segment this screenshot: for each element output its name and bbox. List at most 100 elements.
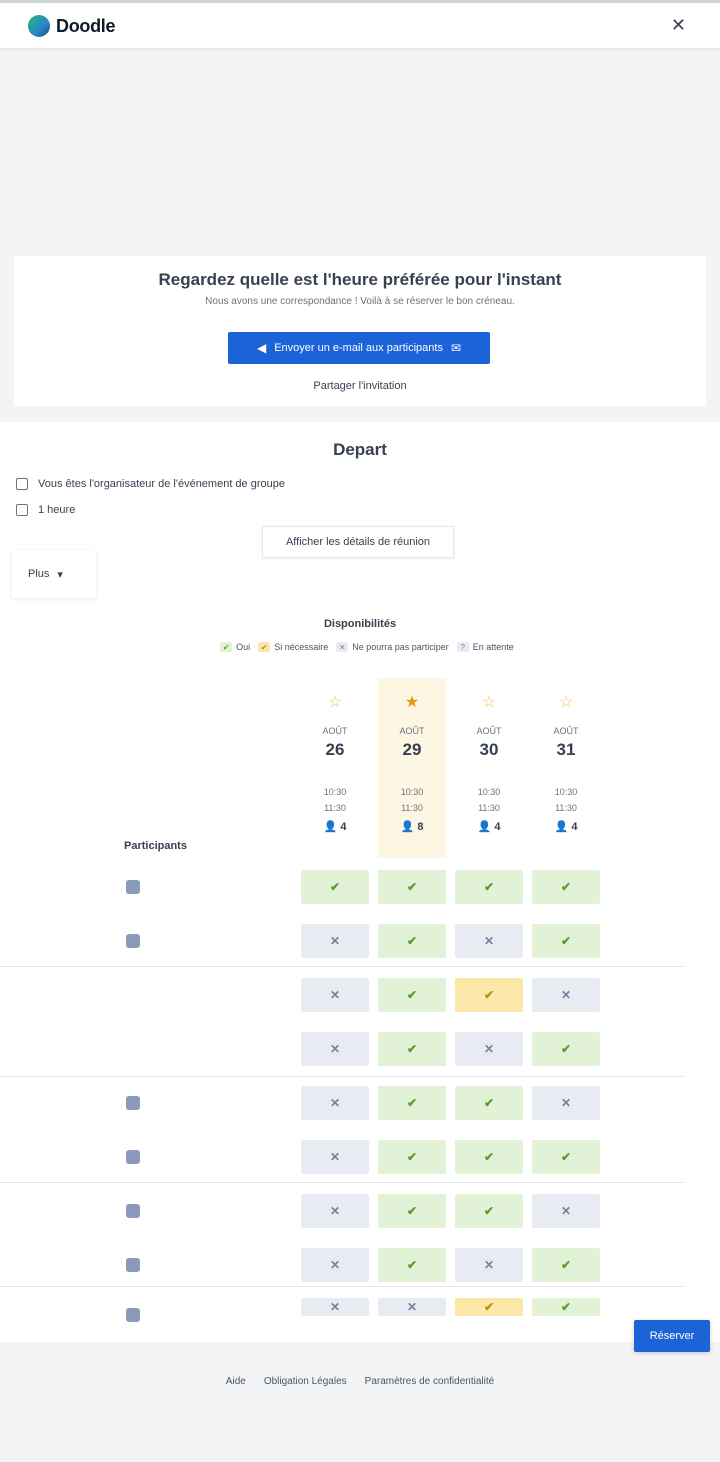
availability-cell-no[interactable]: ✕	[532, 978, 600, 1012]
participants-label: Participants	[124, 840, 187, 852]
availability-cell-no[interactable]: ✕	[378, 1298, 446, 1316]
availability-cell-yes[interactable]: ✔	[378, 1194, 446, 1228]
availability-cell-no[interactable]: ✕	[301, 1298, 369, 1316]
availability-cell-yes[interactable]: ✔	[455, 870, 523, 904]
mail-icon: ✉	[450, 341, 462, 355]
availability-cell-yes[interactable]: ✔	[532, 1298, 600, 1316]
date-month: AOÛT	[476, 726, 502, 736]
doodle-logo[interactable]: Doodle	[28, 15, 116, 37]
availability-cell-maybe[interactable]: ✔	[455, 978, 523, 1012]
availability-cell-yes[interactable]: ✔	[378, 1248, 446, 1282]
duration-row: 1 heure	[16, 504, 75, 516]
availability-cell-yes[interactable]: ✔	[532, 870, 600, 904]
time-end: 11:30	[401, 803, 423, 813]
invite-subtitle: Nous avons une correspondance ! Voilà à …	[205, 296, 515, 307]
organizer-text: Vous êtes l'organisateur de l'événement …	[38, 478, 285, 490]
availability-cell-no[interactable]: ✕	[455, 924, 523, 958]
availability-cell-yes[interactable]: ✔	[455, 1140, 523, 1174]
organizer-row: Vous êtes l'organisateur de l'événement …	[16, 478, 285, 490]
close-icon[interactable]: ✕	[671, 15, 686, 36]
availability-cell-yes[interactable]: ✔	[301, 870, 369, 904]
date-day: 26	[325, 740, 345, 759]
legend-label: Oui	[236, 642, 251, 652]
participant-avatar-icon	[126, 1150, 140, 1164]
availability-cell-yes[interactable]: ✔	[532, 1248, 600, 1282]
footer-link-legal[interactable]: Obligation Légales	[264, 1376, 347, 1387]
date-column-header[interactable]: ☆ AOÛT 30 10:30 11:30 👤 4	[455, 678, 523, 854]
availability-cell-yes[interactable]: ✔	[532, 1140, 600, 1174]
availability-cell-maybe[interactable]: ✔	[455, 1298, 523, 1316]
availability-cell-yes[interactable]: ✔	[378, 978, 446, 1012]
time-end: 11:30	[555, 803, 577, 813]
event-title: Depart	[333, 440, 387, 459]
date-month: AOÛT	[553, 726, 579, 736]
star-icon: ☆	[327, 694, 343, 711]
email-participants-button[interactable]: ◀ Envoyer un e-mail aux participants ✉	[228, 332, 490, 364]
availability-cell-no[interactable]: ✕	[301, 1194, 369, 1228]
share-invitation-link[interactable]: Partager l'invitation	[14, 380, 706, 392]
date-column-header[interactable]: ☆ AOÛT 26 10:30 11:30 👤 4	[301, 678, 369, 854]
participant-count: 👤 8	[400, 821, 424, 833]
view-dropdown-label: Plus	[28, 568, 50, 580]
participant-avatar-icon	[126, 1096, 140, 1110]
top-bar: Doodle ✕	[0, 0, 720, 48]
participant-avatar-icon	[126, 1308, 140, 1322]
time-end: 11:30	[478, 803, 500, 813]
availability-cell-yes[interactable]: ✔	[378, 1032, 446, 1066]
date-column-header[interactable]: ★ AOÛT 29 10:30 11:30 👤 8	[378, 678, 446, 858]
footer-link-privacy[interactable]: Paramètres de confidentialité	[365, 1376, 495, 1387]
chevron-down-icon: ▾	[57, 568, 63, 581]
row-divider	[0, 1076, 684, 1077]
participant-avatar-icon	[126, 880, 140, 894]
date-day: 29	[402, 740, 422, 759]
time-start: 10:30	[477, 787, 501, 797]
availability-cell-yes[interactable]: ✔	[455, 1194, 523, 1228]
meeting-details-button[interactable]: Afficher les détails de réunion	[262, 526, 454, 558]
availability-cell-yes[interactable]: ✔	[378, 924, 446, 958]
legend-label: En attente	[472, 642, 514, 652]
date-day: 31	[556, 740, 576, 759]
time-start: 10:30	[400, 787, 424, 797]
availability-cell-no[interactable]: ✕	[301, 1248, 369, 1282]
view-dropdown[interactable]: Plus ▾	[12, 550, 96, 598]
availability-cell-no[interactable]: ✕	[301, 978, 369, 1012]
legend-title: Disponibilités	[323, 618, 397, 630]
duration-text: 1 heure	[38, 504, 76, 516]
availability-cell-yes[interactable]: ✔	[455, 1086, 523, 1120]
date-column-header[interactable]: ☆ AOÛT 31 10:30 11:30 👤 4	[532, 678, 600, 854]
availability-cell-no[interactable]: ✕	[301, 1140, 369, 1174]
availability-cell-no[interactable]: ✕	[301, 924, 369, 958]
availability-cell-no[interactable]: ✕	[301, 1086, 369, 1120]
logo-text: Doodle	[56, 15, 116, 36]
availability-cell-no[interactable]: ✕	[532, 1194, 600, 1228]
legend-swatch-pending-icon: ?	[456, 642, 469, 652]
participant-avatar-icon	[126, 934, 140, 948]
availability-cell-no[interactable]: ✕	[532, 1086, 600, 1120]
availability-cell-yes[interactable]: ✔	[532, 924, 600, 958]
legend-swatch-no-icon: ✕	[336, 642, 349, 652]
availability-legend: ✔ Oui ✔ Si nécessaire ✕ Ne pourra pas partici…	[170, 636, 564, 658]
availability-cell-no[interactable]: ✕	[455, 1032, 523, 1066]
footer-link-help[interactable]: Aide	[226, 1376, 246, 1387]
availability-cell-yes[interactable]: ✔	[532, 1032, 600, 1066]
date-month: AOÛT	[322, 726, 348, 736]
row-divider	[0, 1286, 684, 1287]
availability-cell-yes[interactable]: ✔	[378, 870, 446, 904]
doodle-logo-icon	[28, 15, 50, 37]
participant-avatar-icon	[126, 1258, 140, 1272]
user-icon	[16, 478, 28, 490]
send-icon: ◀	[256, 341, 267, 355]
availability-cell-no[interactable]: ✕	[301, 1032, 369, 1066]
invite-card: Regardez quelle est l'heure préférée pou…	[14, 256, 706, 406]
availability-cell-yes[interactable]: ✔	[378, 1086, 446, 1120]
availability-cell-no[interactable]: ✕	[455, 1248, 523, 1282]
legend-label: Ne pourra pas participer	[352, 642, 449, 652]
row-divider	[0, 966, 684, 967]
poll-card: Depart Vous êtes l'organisateur de l'évé…	[0, 422, 720, 1342]
time-end: 11:30	[324, 803, 346, 813]
book-button[interactable]: Réserver	[634, 1320, 710, 1352]
participant-count: 👤 4	[477, 821, 501, 833]
availability-cell-yes[interactable]: ✔	[378, 1140, 446, 1174]
invite-title: Regardez quelle est l'heure préférée pou…	[158, 270, 562, 289]
footer: Aide Obligation Légales Paramètres de co…	[0, 1376, 720, 1387]
